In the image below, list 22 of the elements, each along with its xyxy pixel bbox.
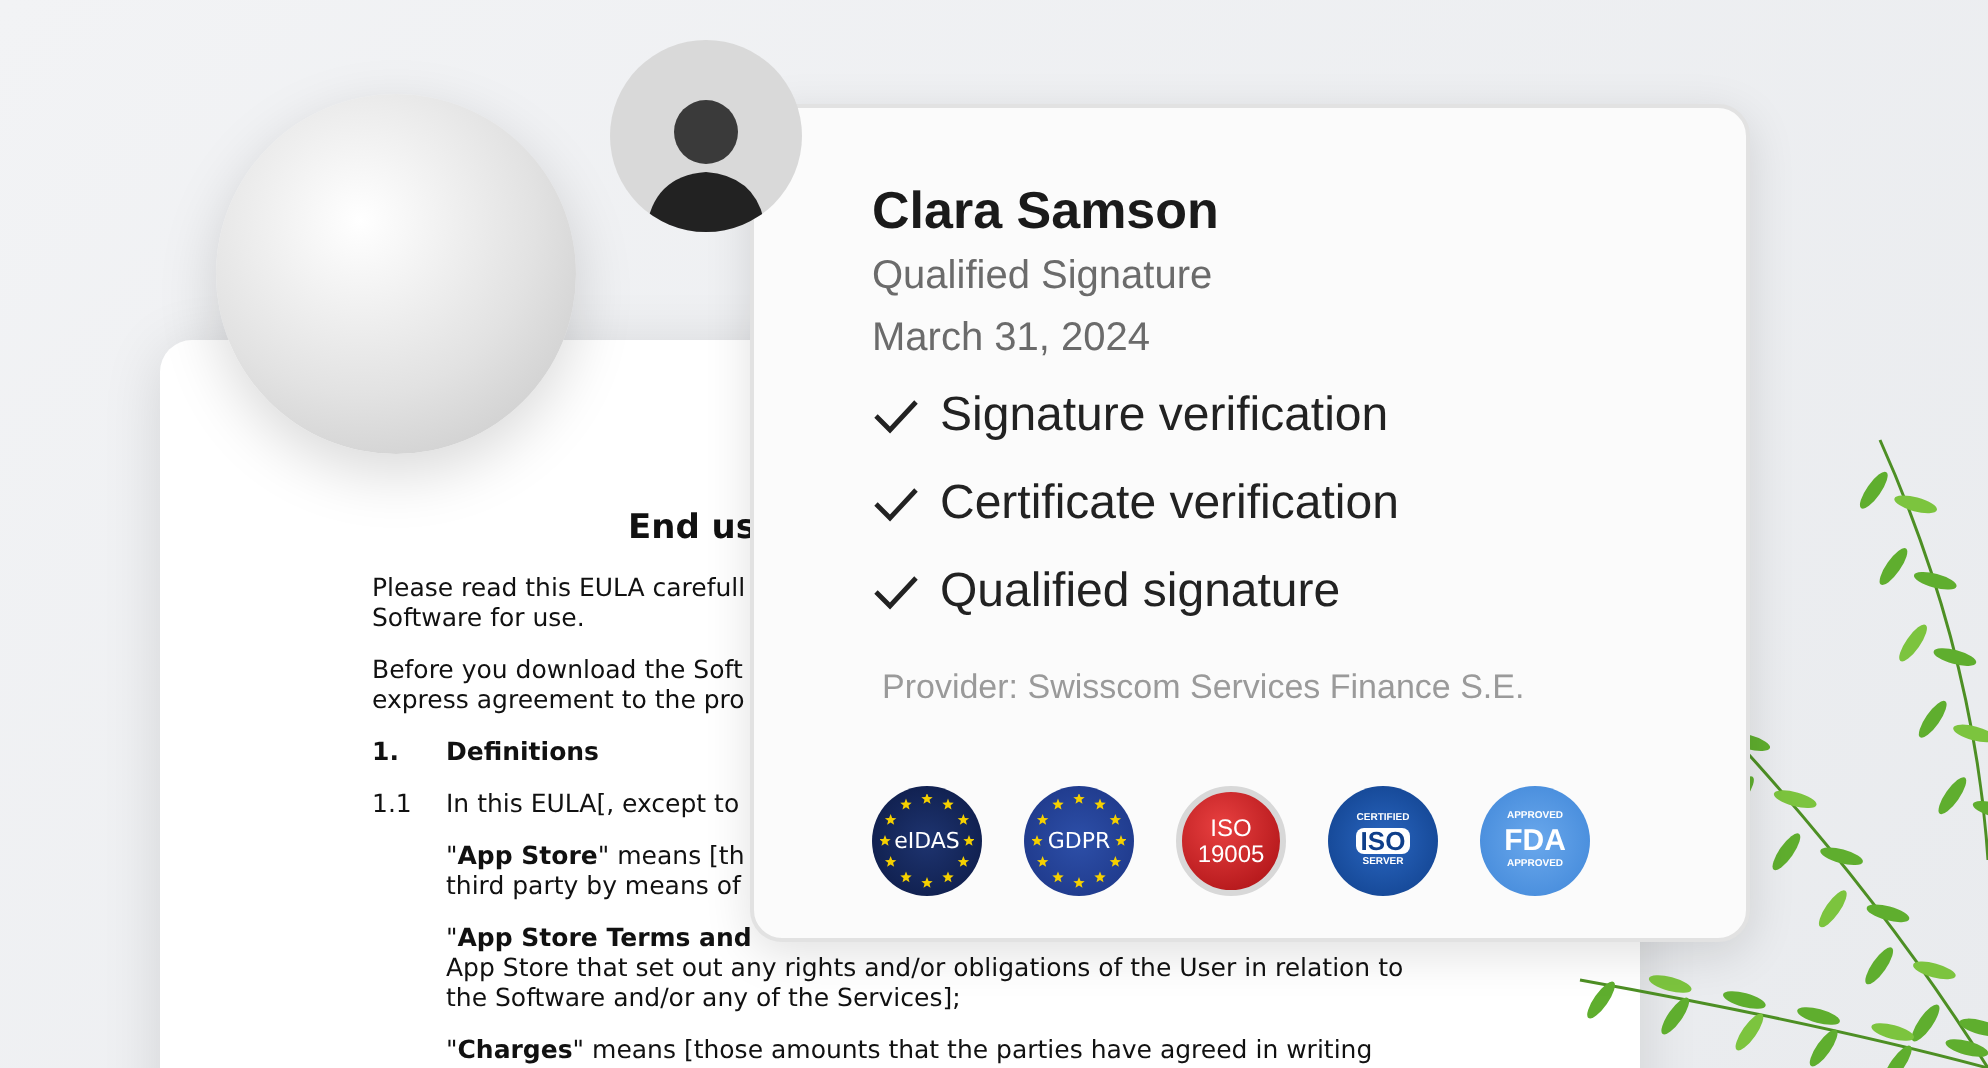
- signature-date: March 31, 2024: [872, 314, 1152, 364]
- clause-number: 1.1: [372, 788, 414, 818]
- check-label: Signature verification: [940, 386, 1389, 446]
- seal-label: GDPR: [1047, 830, 1111, 852]
- provider-text: Provider: Swisscom Services Finance S.E.: [882, 666, 1527, 710]
- paragraph: Please read this EULA carefull Software for use.: [372, 572, 746, 632]
- seal-label: ISO: [1210, 815, 1252, 841]
- seal-label: 19005: [1197, 841, 1265, 867]
- check-label: Certificate verification: [940, 474, 1399, 534]
- seal-label: eIDAS: [894, 830, 960, 852]
- definition-paragraph: "Charges" means [those amounts that the parties have agreed in writing: [446, 1034, 1373, 1064]
- signer-name: Clara Samson: [872, 178, 1221, 244]
- check-label: Qualified signature: [940, 562, 1341, 622]
- section-heading: Definitions: [446, 736, 599, 766]
- clause-text: In this EULA[, except to: [446, 788, 740, 818]
- seal-label: ISO: [1356, 828, 1410, 854]
- section-number: 1.: [372, 736, 401, 766]
- definition-paragraph: "App Store Terms and App Store that set out any rights and/or obligations of the User in relation to the Software and/or any of the Services];: [446, 922, 1404, 1012]
- signature-type: Qualified Signature: [872, 252, 1215, 302]
- definition-paragraph: "App Store" means [th third party by means of: [446, 840, 745, 900]
- seal-label: FDA: [1504, 826, 1566, 856]
- paragraph: Before you download the Soft express agreement to the pro: [372, 654, 745, 714]
